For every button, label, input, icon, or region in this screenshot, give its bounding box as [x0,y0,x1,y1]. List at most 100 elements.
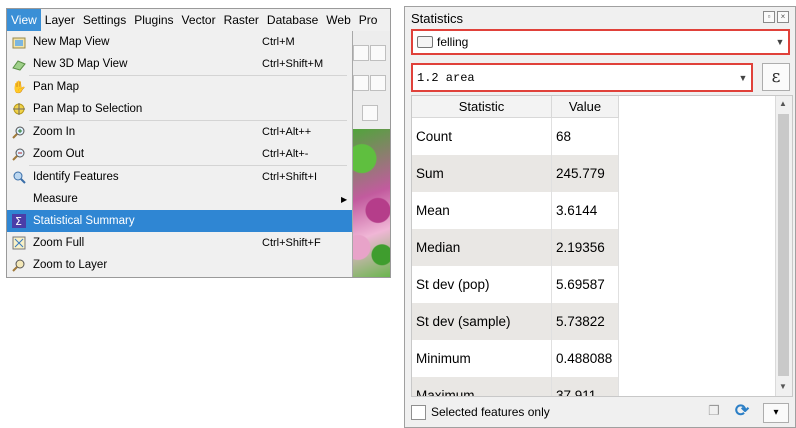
menu-item-pan-map[interactable]: ✋ Pan Map [7,76,352,98]
statistics-table: Statistic Value Count 68 Sum 245.779 Mea… [411,95,793,397]
table-row[interactable]: St dev (pop) 5.69587 [412,266,619,303]
value-cell: 3.6144 [552,192,619,229]
refresh-icon[interactable]: ⟳ [733,402,751,420]
vertical-scrollbar[interactable]: ▲ ▼ [775,96,792,396]
table-row[interactable]: Median 2.19356 [412,229,619,266]
table-row[interactable]: Minimum 0.488088 [412,340,619,377]
menu-item-zoom-to-layer[interactable]: Zoom to Layer [7,254,352,276]
field-combobox-value: 1.2 area [417,70,475,85]
menu-item-zoom-in[interactable]: Zoom In Ctrl+Alt++ [7,121,352,143]
chevron-down-icon: ▼ [775,37,785,47]
expression-button[interactable]: ε [762,63,790,91]
close-panel-icon[interactable]: × [777,11,789,23]
zoom-full-icon [11,235,27,251]
menu-database[interactable]: Database [263,9,322,31]
menu-item-measure[interactable]: Measure ▶ [7,188,352,210]
zoom-out-icon [11,146,27,162]
statistic-cell: Sum [412,155,552,192]
blank-icon [11,191,27,207]
table-row[interactable]: Sum 245.779 [412,155,619,192]
menu-settings[interactable]: Settings [79,9,130,31]
value-cell: 245.779 [552,155,619,192]
toolbar-icon [370,45,386,61]
menu-item-pan-map-to-selection[interactable]: Pan Map to Selection [7,98,352,120]
menu-item-statistical-summary[interactable]: Σ Statistical Summary [7,210,352,232]
menu-item-label: Zoom to Layer [33,259,108,271]
layer-combobox[interactable]: felling ▼ [411,29,790,55]
chevron-down-icon: ▼ [738,72,748,83]
menu-processing[interactable]: Pro [355,9,382,31]
table-row[interactable]: Count 68 [412,118,619,155]
menu-item-shortcut: Ctrl+Shift+F [262,237,321,249]
hand-icon: ✋ [11,80,27,94]
menu-vector[interactable]: Vector [178,9,220,31]
statistic-cell: Count [412,118,552,155]
statistic-cell: Maximum [412,377,552,396]
panel-title: Statistics [411,11,464,26]
map-view-icon [11,34,27,50]
menu-item-label: New Map View [33,36,110,48]
copy-icon[interactable]: ❐ [705,402,723,420]
menu-item-shortcut: Ctrl+Alt+- [262,148,309,160]
identify-icon [11,169,27,185]
value-cell: 5.73822 [552,303,619,340]
value-cell: 5.69587 [552,266,619,303]
menu-item-shortcut: Ctrl+Shift+M [262,58,324,70]
menu-item-zoom-out[interactable]: Zoom Out Ctrl+Alt+- [7,143,352,165]
polygon-layer-icon [417,36,433,48]
float-panel-icon[interactable]: ▫ [763,11,775,23]
table-row[interactable]: Maximum 37.911 [412,377,619,396]
menu-item-shortcut: Ctrl+Shift+I [262,171,318,183]
statistic-cell: Minimum [412,340,552,377]
menu-item-identify-features[interactable]: Identify Features Ctrl+Shift+I [7,166,352,188]
menu-layer[interactable]: Layer [41,9,79,31]
qgis-window-fragment: View Layer Settings Plugins Vector Raste… [6,8,391,278]
statistic-cell: St dev (pop) [412,266,552,303]
layer-combobox-value: felling [437,35,469,49]
table-row[interactable]: Mean 3.6144 [412,192,619,229]
toolbar-icon [362,105,378,121]
statistics-panel: Statistics ▫ × felling ▼ 1.2 area ▼ ε St… [404,6,796,428]
panel-title-buttons: ▫ × [763,11,789,23]
selected-features-only-label: Selected features only [431,405,550,419]
menu-item-shortcut: Ctrl+Alt++ [262,126,312,138]
value-cell: 37.911 [552,377,619,396]
scroll-down-icon[interactable]: ▼ [779,382,787,391]
sigma-icon: Σ [11,213,27,229]
more-options-button[interactable]: ▾ [763,403,789,423]
menubar: View Layer Settings Plugins Vector Raste… [7,9,390,31]
statistic-cell: St dev (sample) [412,303,552,340]
menu-item-new-3d-map-view[interactable]: New 3D Map View Ctrl+Shift+M [7,53,352,75]
menu-item-label: Statistical Summary [33,215,135,227]
menu-web[interactable]: Web [322,9,354,31]
menu-item-shortcut: Ctrl+M [262,36,295,48]
table-body: Count 68 Sum 245.779 Mean 3.6144 Median … [412,118,619,396]
toolbar-icon [353,75,369,91]
toolbar-icon [370,75,386,91]
zoom-layer-icon [11,257,27,273]
value-cell: 68 [552,118,619,155]
menu-view[interactable]: View [7,9,41,31]
value-cell: 2.19356 [552,229,619,266]
scrollbar-thumb[interactable] [778,114,789,376]
menu-raster[interactable]: Raster [220,9,263,31]
submenu-arrow-icon: ▶ [341,194,348,204]
scroll-up-icon[interactable]: ▲ [779,99,787,108]
table-header: Statistic Value [412,96,619,118]
statistic-cell: Mean [412,192,552,229]
panel-footer: Selected features only ❐ ⟳ ▾ [405,397,795,427]
menu-plugins[interactable]: Plugins [130,9,177,31]
column-header-statistic[interactable]: Statistic [412,96,552,118]
menu-item-label: Pan Map to Selection [33,103,143,115]
map-3d-icon [11,56,27,72]
menu-item-zoom-full[interactable]: Zoom Full Ctrl+Shift+F [7,232,352,254]
selected-features-only-checkbox[interactable] [411,405,426,420]
menu-item-new-map-view[interactable]: New Map View Ctrl+M [7,31,352,53]
table-row[interactable]: St dev (sample) 5.73822 [412,303,619,340]
statistic-cell: Median [412,229,552,266]
column-header-value[interactable]: Value [552,96,619,118]
value-cell: 0.488088 [552,340,619,377]
svg-text:Σ: Σ [15,215,22,228]
field-combobox[interactable]: 1.2 area ▼ [411,63,753,92]
toolbar-icon [353,45,369,61]
